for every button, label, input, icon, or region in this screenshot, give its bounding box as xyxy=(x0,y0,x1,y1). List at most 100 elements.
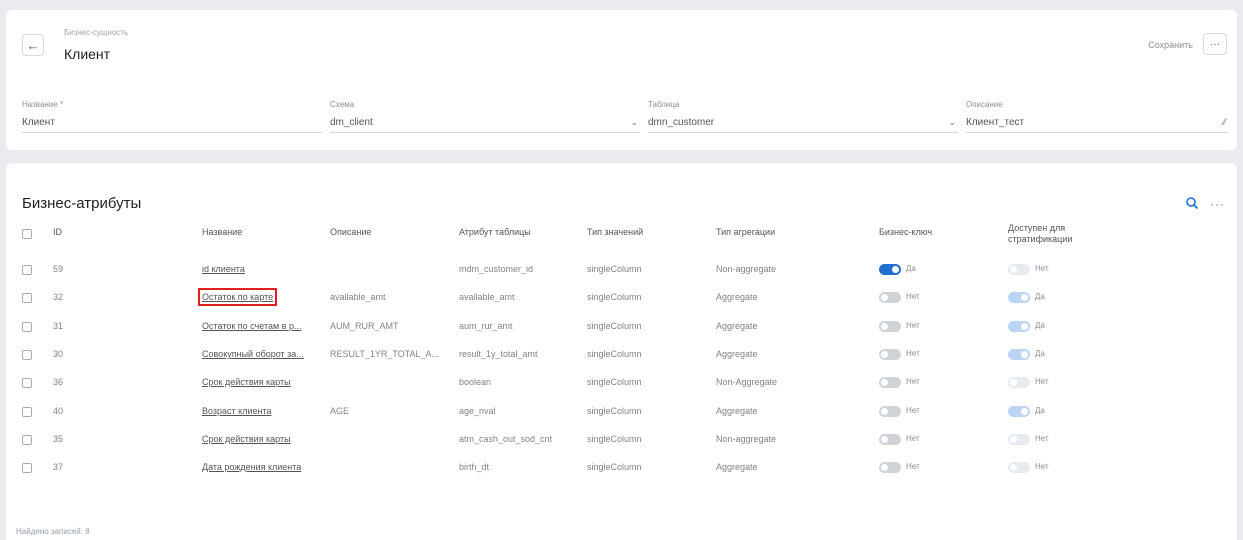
business-key-label: Нет xyxy=(906,462,920,472)
attributes-panel: Бизнес-атрибуты ··· ID Название Описание… xyxy=(6,163,1237,540)
business-key-toggle[interactable] xyxy=(879,264,901,275)
schema-value: dm_client xyxy=(330,116,373,128)
cell-aggregation-type: Aggregate xyxy=(716,320,758,331)
cell-value-type: singleColumn xyxy=(587,433,642,444)
stratification-toggle[interactable] xyxy=(1008,320,1030,332)
business-key-toggle[interactable] xyxy=(879,433,901,445)
row-checkbox[interactable] xyxy=(22,321,32,332)
row-checkbox[interactable] xyxy=(22,349,32,360)
cell-value-type: singleColumn xyxy=(587,320,642,331)
stratification-toggle[interactable] xyxy=(1008,292,1030,304)
table-row[interactable]: 30 Совокупный оборот за... RESULT_1YR_TOTA… xyxy=(6,342,1237,368)
col-header-name[interactable]: Название xyxy=(202,227,242,238)
name-input[interactable]: Клиент xyxy=(22,112,322,133)
cell-aggregation-type: Aggregate xyxy=(716,292,758,303)
col-header-value-type[interactable]: Тип значений xyxy=(587,227,643,238)
stratification-label: Да xyxy=(1035,348,1045,358)
back-button[interactable]: ← xyxy=(22,34,44,56)
stratification-toggle[interactable] xyxy=(1008,433,1030,445)
cell-name-link[interactable]: Дата рождения клиента xyxy=(202,462,301,472)
cell-description: AUM_RUR_AMT xyxy=(330,320,399,331)
row-checkbox[interactable] xyxy=(22,265,32,275)
cell-name-link[interactable]: Остаток по счетам в р... xyxy=(202,321,301,331)
more-options-button[interactable]: ··· xyxy=(1203,33,1227,55)
business-key-toggle[interactable] xyxy=(879,405,901,417)
schema-select[interactable]: dm_client ⌄ xyxy=(330,112,640,133)
cell-name-link[interactable]: Совокупный оборот за... xyxy=(202,349,304,359)
row-checkbox[interactable] xyxy=(22,293,32,304)
cell-table-attribute: boolean xyxy=(459,377,492,388)
table-select[interactable]: dmn_customer ⌄ xyxy=(648,112,958,133)
cell-name-link[interactable]: Срок действия карты xyxy=(202,434,291,444)
save-button[interactable]: Сохранить xyxy=(1148,40,1193,50)
business-key-toggle[interactable] xyxy=(879,348,901,360)
table-row[interactable]: 31 Остаток по счетам в р... AUM_RUR_AMT aum… xyxy=(6,314,1237,340)
col-header-aggregation-type[interactable]: Тип агрегации xyxy=(716,227,775,238)
description-field: Описание Клиент_тест ⁄⁄ xyxy=(966,100,1228,133)
business-key-label: Нет xyxy=(906,348,920,358)
business-key-label: Нет xyxy=(906,320,920,330)
cell-value-type: singleColumn xyxy=(587,405,642,416)
business-key-label: Да xyxy=(906,264,916,273)
cell-id: 35 xyxy=(53,433,64,444)
schema-label: Схема xyxy=(330,100,355,109)
cell-aggregation-type: Aggregate xyxy=(716,462,758,473)
table-row[interactable]: 32 Остаток по карте available_amt available… xyxy=(6,285,1237,311)
stratification-line-2: стратификации xyxy=(1008,234,1073,244)
col-header-business-key[interactable]: Бизнес-ключ xyxy=(879,227,932,238)
resize-handle-icon[interactable]: ⁄⁄ xyxy=(1223,117,1226,127)
cell-name-link[interactable]: Срок действия карты xyxy=(202,377,291,387)
chevron-down-icon: ⌄ xyxy=(948,116,956,127)
stratification-toggle[interactable] xyxy=(1008,377,1030,389)
more-options-button[interactable]: ··· xyxy=(1210,197,1225,211)
row-checkbox[interactable] xyxy=(22,378,32,389)
table-row[interactable]: 36 Срок действия карты boolean singleColumn… xyxy=(6,370,1237,396)
cell-table-attribute: available_amt xyxy=(459,292,515,303)
business-key-label: Нет xyxy=(906,405,920,415)
row-checkbox[interactable] xyxy=(22,463,32,474)
name-field: Название * Клиент xyxy=(22,100,322,133)
search-icon[interactable] xyxy=(1185,196,1199,210)
stratification-toggle[interactable] xyxy=(1008,264,1030,275)
cell-table-attribute: atm_cash_out_sod_cnt xyxy=(459,433,553,444)
cell-value-type: singleColumn xyxy=(587,292,642,303)
cell-name-link[interactable]: Остаток по карте xyxy=(197,288,278,307)
row-checkbox[interactable] xyxy=(22,434,32,445)
stratification-toggle[interactable] xyxy=(1008,405,1030,417)
description-textarea[interactable]: Клиент_тест ⁄⁄ xyxy=(966,112,1228,133)
select-all-checkbox[interactable] xyxy=(22,229,32,239)
business-key-label: Нет xyxy=(906,433,920,443)
cell-value-type: singleColumn xyxy=(587,348,642,359)
business-key-toggle[interactable] xyxy=(879,462,901,474)
name-value: Клиент xyxy=(22,116,55,128)
table-row[interactable]: 37 Дата рождения клиента birth_dt singleCol… xyxy=(6,455,1237,481)
cell-name-link[interactable]: id клиента xyxy=(202,264,245,274)
col-header-table-attribute[interactable]: Атрибут таблицы xyxy=(459,227,531,238)
cell-description: RESULT_1YR_TOTAL_A... xyxy=(330,348,440,359)
stratification-label: Нет xyxy=(1035,462,1049,472)
business-key-toggle[interactable] xyxy=(879,377,901,389)
stratification-label: Да xyxy=(1035,405,1045,415)
stratification-toggle[interactable] xyxy=(1008,348,1030,360)
row-checkbox[interactable] xyxy=(22,406,32,417)
col-header-id[interactable]: ID xyxy=(53,227,62,238)
col-header-description[interactable]: Описание xyxy=(330,227,371,238)
cell-table-attribute: result_1y_total_amt xyxy=(459,348,538,359)
cell-name-link[interactable]: Возраст клиента xyxy=(202,406,272,416)
description-label: Описание xyxy=(966,100,1003,109)
cell-table-attribute: age_nval xyxy=(459,405,496,416)
cell-id: 36 xyxy=(53,377,64,388)
business-key-toggle[interactable] xyxy=(879,320,901,332)
cell-table-attribute: mdm_customer_id xyxy=(459,264,534,274)
business-key-toggle[interactable] xyxy=(879,292,901,304)
table-row[interactable]: 40 Возраст клиента AGE age_nval singleColumn… xyxy=(6,399,1237,425)
cell-aggregation-type: Non-aggregate xyxy=(716,433,777,444)
section-title: Бизнес-атрибуты xyxy=(22,195,142,212)
cell-description: AGE xyxy=(330,405,350,416)
stratification-toggle[interactable] xyxy=(1008,462,1030,474)
table-row[interactable]: 35 Срок действия карты atm_cash_out_sod_cn… xyxy=(6,427,1237,453)
records-found-label: Найдено записей: xyxy=(16,527,83,536)
col-header-stratification[interactable]: Доступен для стратификации xyxy=(1008,223,1072,245)
entity-header-panel: ← Бизнес-сущность Клиент Сохранить ··· Н… xyxy=(6,10,1237,150)
table-row[interactable]: 59 id клиента mdm_customer_id singleColumn N… xyxy=(6,257,1237,283)
